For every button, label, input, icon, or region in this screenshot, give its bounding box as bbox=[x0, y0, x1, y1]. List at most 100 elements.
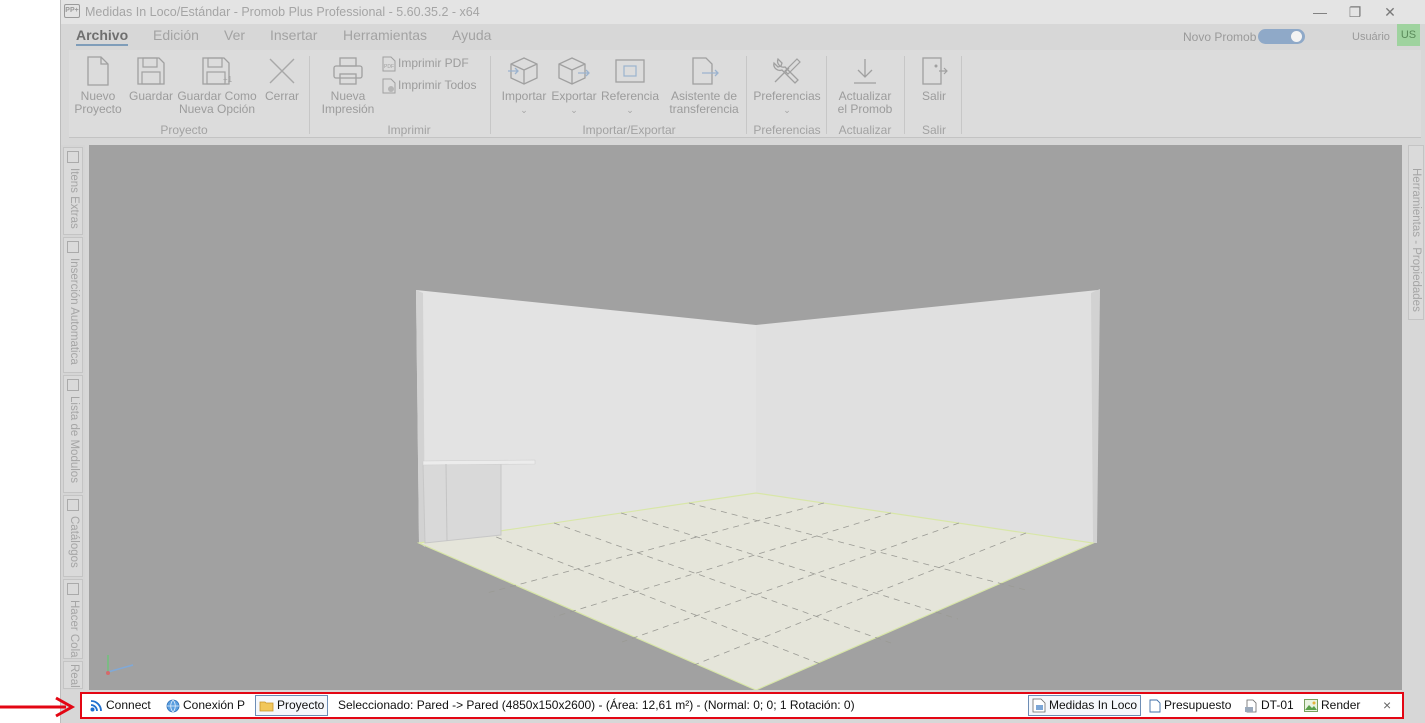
save-icon bbox=[137, 57, 165, 85]
transfer-wizard-button[interactable]: Asistente de transferencia bbox=[664, 56, 744, 116]
preferences-button[interactable]: Preferencias ⌄ bbox=[752, 56, 822, 117]
export-box-icon bbox=[558, 57, 590, 85]
print-all-button[interactable]: Imprimir Todos bbox=[382, 78, 476, 94]
save-as-icon: +1 bbox=[202, 57, 233, 85]
transfer-icon bbox=[692, 57, 719, 85]
print-pdf-button[interactable]: PDF Imprimir PDF bbox=[382, 56, 469, 72]
connect-item[interactable]: Connect bbox=[90, 694, 151, 717]
app-window: PP+ Medidas In Loco/Estándar - Promob Pl… bbox=[60, 0, 1425, 723]
pdf-icon: PDF bbox=[382, 56, 396, 72]
clip-icon bbox=[67, 151, 79, 163]
window-title: Medidas In Loco/Estándar - Promob Plus P… bbox=[85, 5, 480, 19]
conexion-item[interactable]: Conexión P bbox=[166, 694, 245, 717]
import-button[interactable]: Importar ⌄ bbox=[499, 56, 549, 117]
reference-button[interactable]: Referencia ⌄ bbox=[600, 56, 660, 117]
new-project-button[interactable]: Nuevo Proyecto bbox=[69, 56, 127, 116]
medidas-in-loco-item[interactable]: Medidas In Loco bbox=[1028, 695, 1142, 716]
tab-catalogos[interactable]: Catálogos bbox=[63, 495, 83, 577]
cabinet bbox=[422, 460, 502, 544]
group-label-preferencias: Preferencias bbox=[753, 123, 821, 137]
ribbon-separator bbox=[826, 56, 827, 134]
ribbon-separator bbox=[904, 56, 905, 134]
menu-herramientas[interactable]: Herramientas bbox=[343, 27, 427, 43]
group-label-actualizar: Actualizar bbox=[838, 123, 892, 137]
app-logo: PP+ bbox=[64, 4, 80, 18]
chevron-down-icon: ⌄ bbox=[626, 105, 634, 115]
group-label-importar-exportar: Importar/Exportar bbox=[582, 123, 676, 137]
catalog-icon bbox=[67, 499, 79, 511]
chevron-down-icon: ⌄ bbox=[783, 105, 791, 115]
novo-promob-toggle[interactable] bbox=[1258, 29, 1305, 44]
close-icon[interactable]: × bbox=[1383, 694, 1391, 717]
chevron-down-icon: ⌄ bbox=[570, 105, 578, 115]
rss-icon bbox=[90, 700, 102, 712]
update-promob-button[interactable]: Actualizar el Promob bbox=[831, 56, 899, 116]
module-list-icon bbox=[67, 379, 79, 391]
ribbon: Nuevo Proyecto Guardar +1 Guardar Como N… bbox=[69, 50, 1421, 138]
image-icon bbox=[1304, 699, 1318, 713]
menu-ver[interactable]: Ver bbox=[224, 27, 245, 43]
room-scene bbox=[106, 289, 1100, 690]
folder-icon bbox=[259, 701, 274, 712]
restore-button[interactable]: ❐ bbox=[1338, 2, 1372, 22]
ribbon-separator bbox=[961, 56, 962, 134]
tab-herramientas-propiedades[interactable]: Herramientas - Propiedades bbox=[1408, 145, 1424, 320]
title-bar: PP+ Medidas In Loco/Estándar - Promob Pl… bbox=[61, 0, 1425, 24]
queue-icon bbox=[67, 583, 79, 595]
menu-archivo[interactable]: Archivo bbox=[76, 27, 129, 46]
3d-viewport[interactable] bbox=[89, 145, 1402, 690]
group-label-salir: Salir bbox=[921, 123, 946, 137]
save-as-button[interactable]: +1 Guardar Como Nueva Opción bbox=[175, 56, 259, 116]
menu-ayuda[interactable]: Ayuda bbox=[452, 27, 491, 43]
novo-promob-label: Novo Promob bbox=[1183, 30, 1257, 44]
status-bar: Connect Conexión P Proyecto Seleccionado… bbox=[80, 692, 1404, 719]
ribbon-separator bbox=[490, 56, 491, 134]
exit-button[interactable]: Salir bbox=[911, 56, 957, 103]
export-button[interactable]: Exportar ⌄ bbox=[550, 56, 598, 117]
selection-info: Seleccionado: Pared -> Pared (4850x150x2… bbox=[338, 698, 855, 712]
group-label-proyecto: Proyecto bbox=[160, 123, 208, 137]
ribbon-separator bbox=[309, 56, 310, 134]
import-box-icon bbox=[508, 57, 538, 85]
left-panel-tabs: Itens Extras Inserción Automatica Lista … bbox=[61, 145, 85, 690]
svg-text:+1: +1 bbox=[223, 75, 233, 84]
tab-real[interactable]: Real bbox=[63, 661, 83, 689]
tab-insercion-automatica[interactable]: Inserción Automatica bbox=[63, 237, 83, 373]
cabinet-top bbox=[422, 459, 536, 466]
new-document-icon bbox=[87, 56, 109, 86]
close-button[interactable]: ✕ bbox=[1373, 2, 1407, 22]
minimize-button[interactable]: — bbox=[1303, 2, 1337, 22]
print-all-icon bbox=[382, 78, 396, 94]
document-icon bbox=[1149, 699, 1161, 713]
globe-icon bbox=[166, 699, 180, 713]
tools-icon bbox=[773, 57, 801, 84]
measure-doc-icon bbox=[1032, 698, 1046, 713]
user-label: Usuário bbox=[1352, 31, 1390, 43]
close-project-button[interactable]: Cerrar bbox=[264, 56, 300, 103]
tab-hacer-cola[interactable]: Hacer Cola bbox=[63, 579, 83, 659]
auto-insert-icon bbox=[67, 241, 79, 253]
menu-edicion[interactable]: Edición bbox=[153, 27, 199, 43]
ribbon-separator bbox=[746, 56, 747, 134]
printer-icon bbox=[333, 57, 363, 85]
avatar[interactable]: US bbox=[1397, 24, 1420, 46]
download-icon bbox=[854, 59, 876, 84]
menu-insertar[interactable]: Insertar bbox=[270, 27, 317, 43]
axis-gizmo bbox=[106, 655, 134, 675]
printer-doc-icon bbox=[1245, 699, 1257, 713]
chevron-down-icon: ⌄ bbox=[520, 105, 528, 115]
render-item[interactable]: Render bbox=[1304, 694, 1360, 717]
exit-icon bbox=[922, 57, 948, 85]
close-icon bbox=[269, 58, 295, 84]
group-label-imprimir: Imprimir bbox=[387, 123, 431, 137]
save-button[interactable]: Guardar bbox=[126, 56, 176, 103]
tab-itens-extras[interactable]: Itens Extras bbox=[63, 147, 83, 235]
proyecto-item[interactable]: Proyecto bbox=[255, 695, 329, 716]
reference-icon bbox=[615, 59, 645, 83]
annotation-arrow bbox=[0, 696, 76, 718]
tab-lista-de-modulos[interactable]: Lista de Modulos bbox=[63, 375, 83, 493]
new-print-button[interactable]: Nueva Impresión bbox=[319, 56, 377, 116]
dt01-item[interactable]: DT-01 bbox=[1244, 694, 1294, 717]
presupuesto-item[interactable]: Presupuesto bbox=[1149, 694, 1231, 717]
svg-text:PDF: PDF bbox=[384, 64, 394, 70]
